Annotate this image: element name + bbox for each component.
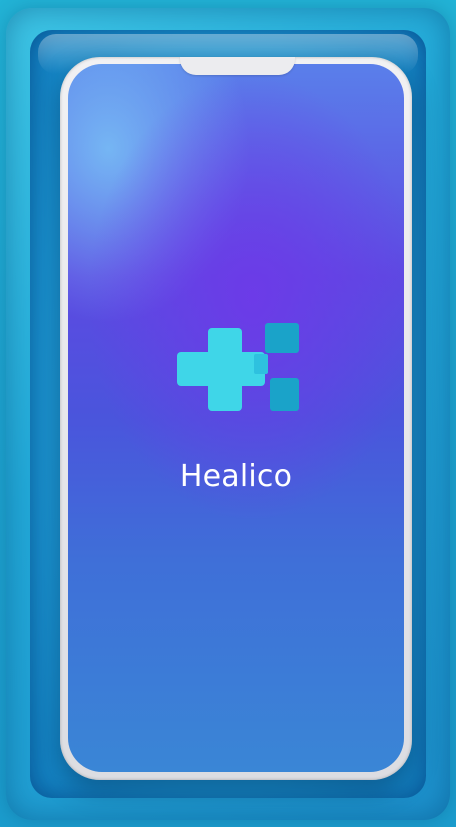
phone-notch: [180, 57, 295, 75]
healico-logo-icon: [177, 323, 299, 411]
app-name: Healico: [179, 459, 293, 494]
splash-scene: Healico: [0, 0, 456, 827]
splash-screen: [68, 64, 404, 772]
